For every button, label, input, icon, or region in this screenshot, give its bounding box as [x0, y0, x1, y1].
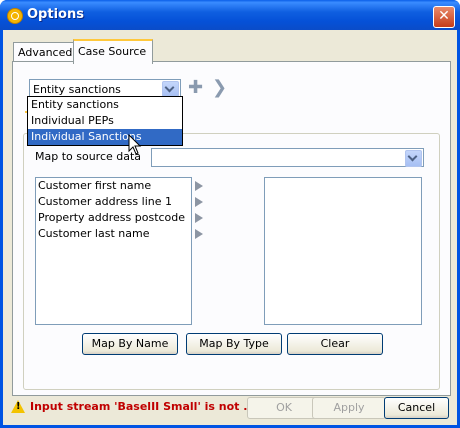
warning-icon [11, 400, 25, 413]
map-arrow-icon[interactable] [195, 229, 203, 239]
fields-list[interactable]: Customer first name Customer address lin… [35, 177, 192, 325]
list-item[interactable]: Property address postcode [36, 210, 191, 226]
window-title: Options [27, 7, 84, 22]
apply-button[interactable]: Apply [312, 397, 386, 419]
app-icon [7, 8, 23, 24]
mapping-group: Map to source data Customer first name C… [23, 133, 440, 390]
dropdown-option-individual-peps[interactable]: Individual PEPs [28, 113, 182, 129]
target-list[interactable] [264, 177, 422, 325]
map-arrow-icon[interactable] [195, 197, 203, 207]
tab-advanced[interactable]: Advanced [13, 42, 78, 62]
options-window: Options ✕ Advanced Case Source Entity sa… [0, 0, 460, 428]
dialog-client: Advanced Case Source Entity sanctions ✚ … [3, 30, 457, 425]
chevron-down-icon[interactable] [405, 150, 422, 167]
mouse-cursor-icon [128, 134, 142, 155]
title-bar[interactable]: Options ✕ [0, 0, 460, 30]
map-source-label: Map to source data [35, 150, 142, 163]
map-source-combo[interactable] [151, 148, 424, 167]
map-by-name-button[interactable]: Map By Name [82, 333, 178, 355]
ok-button[interactable]: OK [247, 397, 321, 419]
tab-case-source[interactable]: Case Source [73, 39, 153, 64]
list-item[interactable]: Customer last name [36, 226, 191, 242]
chevron-right-icon[interactable]: ❯ [212, 79, 227, 97]
list-item[interactable]: Customer address line 1 [36, 194, 191, 210]
map-by-type-button[interactable]: Map By Type [186, 333, 282, 355]
map-arrow-icon[interactable] [195, 213, 203, 223]
status-message: Input stream 'BaselII Small' is not ... [30, 400, 256, 413]
map-arrow-icon[interactable] [195, 181, 203, 191]
dropdown-option-individual-sanctions[interactable]: Individual Sanctions [28, 129, 182, 145]
dropdown-option-entity-sanctions[interactable]: Entity sanctions [28, 97, 182, 113]
source-combo-value: Entity sanctions [33, 83, 121, 96]
list-item[interactable]: Customer first name [36, 178, 191, 194]
clear-button[interactable]: Clear [287, 333, 383, 355]
plus-icon[interactable]: ✚ [188, 79, 203, 97]
close-button[interactable]: ✕ [433, 6, 455, 28]
cancel-button[interactable]: Cancel [384, 397, 449, 419]
source-dropdown-list[interactable]: Entity sanctions Individual PEPs Individ… [27, 96, 183, 146]
